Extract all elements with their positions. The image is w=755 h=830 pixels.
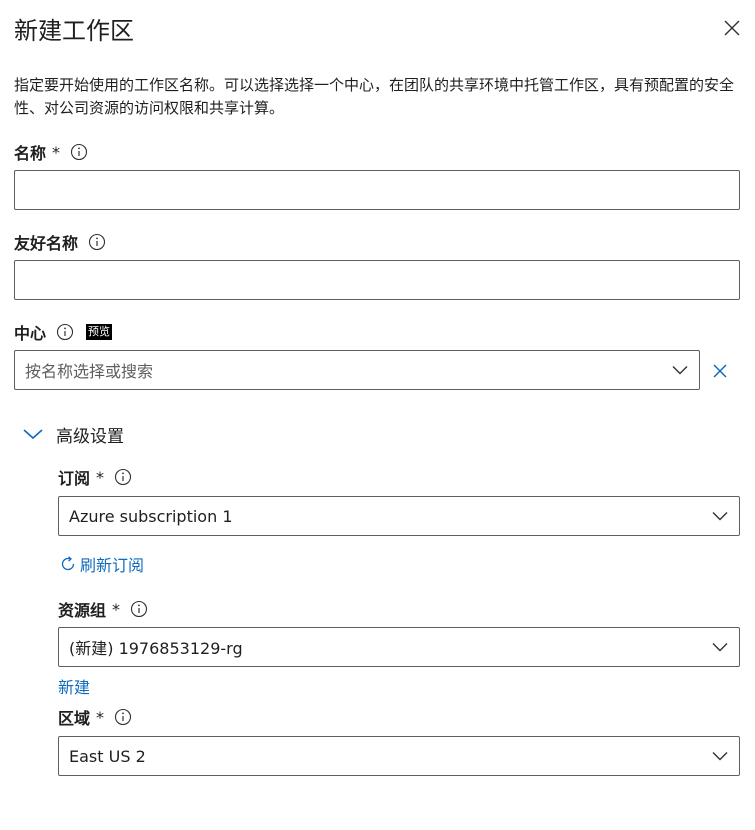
required-marker: * (52, 142, 61, 162)
friendly-name-label-row: 友好名称 (14, 230, 106, 254)
resource-group-label: 资源组 (58, 601, 107, 620)
clear-hub-button[interactable] (708, 359, 732, 383)
refresh-subscription-label: 刷新订阅 (80, 556, 145, 575)
close-button[interactable] (718, 14, 746, 42)
subscription-value: Azure subscription 1 (69, 506, 233, 526)
resource-group-label-row: 资源组 * (58, 597, 148, 621)
clear-icon (713, 364, 727, 378)
subscription-dropdown[interactable]: Azure subscription 1 (58, 496, 740, 536)
required-marker: * (112, 599, 121, 619)
name-field-box (14, 170, 740, 210)
preview-badge: 预览 (86, 324, 113, 340)
required-marker: * (96, 467, 105, 487)
region-label-row: 区域 * (58, 705, 132, 729)
advanced-settings-label: 高级设置 (56, 426, 124, 447)
panel-title: 新建工作区 (14, 17, 134, 45)
friendly-name-field-box (14, 260, 740, 300)
chevron-down-icon (671, 361, 689, 379)
region-dropdown[interactable]: East US 2 (58, 736, 740, 776)
chevron-down-icon (23, 429, 43, 440)
hub-dropdown[interactable]: 按名称选择或搜索 (14, 350, 700, 390)
info-icon[interactable] (130, 600, 148, 618)
region-label: 区域 (58, 709, 91, 728)
chevron-down-icon (711, 747, 729, 765)
info-icon[interactable] (88, 233, 106, 251)
name-label: 名称 (14, 144, 47, 163)
name-input[interactable] (15, 171, 739, 209)
region-value: East US 2 (69, 746, 146, 766)
hub-label: 中心 (14, 324, 47, 343)
subscription-label-row: 订阅 * (58, 465, 132, 489)
required-marker: * (96, 707, 105, 727)
new-resource-group-link[interactable]: 新建 (58, 674, 90, 698)
hub-dropdown-placeholder: 按名称选择或搜索 (25, 362, 154, 381)
resource-group-value: (新建) 1976853129-rg (69, 639, 243, 658)
refresh-subscription-link[interactable]: 刷新订阅 (58, 552, 144, 576)
info-icon[interactable] (114, 708, 132, 726)
friendly-name-label: 友好名称 (14, 234, 79, 253)
info-icon[interactable] (70, 143, 88, 161)
new-resource-group-label: 新建 (58, 678, 91, 697)
friendly-name-input[interactable] (15, 261, 739, 299)
info-icon[interactable] (56, 323, 74, 341)
advanced-settings-toggle[interactable]: 高级设置 (22, 420, 124, 448)
create-workspace-panel: 新建工作区 指定要开始使用的工作区名称。可以选择选择一个中心，在团队的共享环境中… (0, 0, 755, 830)
panel-description: 指定要开始使用的工作区名称。可以选择选择一个中心，在团队的共享环境中托管工作区，… (14, 76, 735, 117)
close-icon (724, 20, 740, 36)
refresh-icon (58, 554, 78, 574)
resource-group-dropdown[interactable]: (新建) 1976853129-rg (58, 627, 740, 667)
name-label-row: 名称 * (14, 140, 88, 164)
subscription-label: 订阅 (58, 469, 91, 488)
chevron-down-icon (711, 507, 729, 525)
info-icon[interactable] (114, 468, 132, 486)
chevron-down-icon (711, 638, 729, 656)
hub-label-row: 中心 预览 (14, 320, 113, 344)
